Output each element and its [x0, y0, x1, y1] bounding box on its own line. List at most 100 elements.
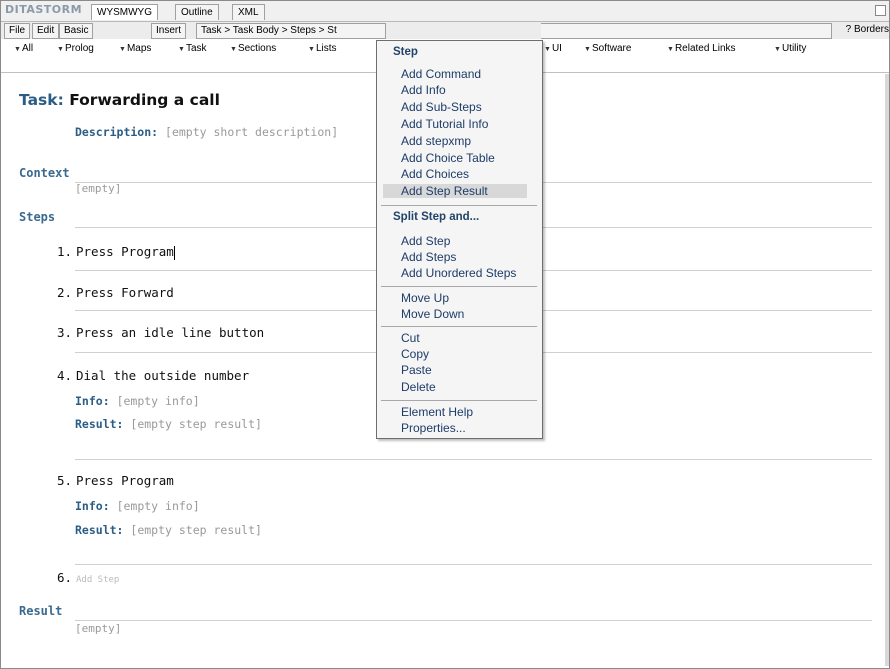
dropdown-sections[interactable]: ▼Sections	[230, 43, 276, 54]
description-row: Description: [empty short description]	[75, 125, 338, 139]
menu-item-add-step-result[interactable]: Add Step Result	[383, 184, 527, 198]
triangle-down-icon: ▼	[667, 46, 674, 53]
dropdown-all-label: All	[21, 43, 34, 54]
add-step-placeholder[interactable]: Add Step	[76, 575, 119, 585]
dropdown-lists[interactable]: ▼Lists	[308, 43, 337, 54]
dropdown-prolog-label: Prolog	[64, 43, 94, 54]
breadcrumb-field	[541, 23, 832, 39]
result-divider	[75, 620, 872, 621]
triangle-down-icon: ▼	[774, 46, 781, 53]
menu-item-add-substeps[interactable]: Add Sub-Steps	[401, 100, 482, 114]
edit-menu[interactable]: Edit	[32, 23, 60, 39]
description-label: Description:	[75, 125, 159, 139]
dropdown-related-links-label: Related Links	[674, 43, 736, 54]
description-value[interactable]: [empty short description]	[165, 125, 338, 139]
info-row: Info: [empty info]	[75, 394, 200, 408]
steps-label: Steps	[19, 210, 56, 224]
step-text[interactable]: Press Program	[76, 473, 174, 488]
step-text[interactable]: Press an idle line button	[76, 325, 264, 340]
menu-item-add-tutorial-info[interactable]: Add Tutorial Info	[401, 117, 488, 131]
result-row: Result: [empty step result]	[75, 417, 262, 431]
result-value[interactable]: [empty step result]	[130, 417, 262, 431]
dropdown-maps[interactable]: ▼Maps	[119, 43, 151, 54]
file-menu[interactable]: File	[4, 23, 31, 39]
step-text[interactable]: Press Forward	[76, 285, 174, 300]
menu-item-move-up[interactable]: Move Up	[401, 291, 449, 305]
list-item[interactable]: 6. Add Step	[48, 570, 119, 585]
menu-item-element-help[interactable]: Element Help	[401, 405, 473, 419]
menu-item-add-steps[interactable]: Add Steps	[401, 250, 456, 264]
result-value[interactable]: [empty step result]	[130, 523, 262, 537]
result-section-value[interactable]: [empty]	[75, 622, 121, 635]
info-value[interactable]: [empty info]	[117, 394, 200, 408]
menu-item-paste[interactable]: Paste	[401, 363, 432, 377]
tab-wysmwyg[interactable]: WYSMWYG	[91, 4, 158, 20]
result-label: Result:	[75, 417, 124, 431]
result-section-label: Result	[19, 604, 63, 618]
menu-item-add-stepxmp[interactable]: Add stepxmp	[401, 134, 471, 148]
borders-toggle[interactable]: ? Borders	[846, 24, 889, 35]
context-label: Context	[19, 166, 70, 180]
menu-item-copy[interactable]: Copy	[401, 347, 429, 361]
menu-item-properties[interactable]: Properties...	[401, 421, 466, 435]
app-logo: DITASTORM	[5, 3, 83, 16]
task-label: Task:	[19, 91, 64, 109]
menu-separator	[381, 205, 537, 206]
info-row: Info: [empty info]	[75, 499, 200, 513]
dropdown-task[interactable]: ▼Task	[178, 43, 207, 54]
info-value[interactable]: [empty info]	[117, 499, 200, 513]
triangle-down-icon: ▼	[14, 46, 21, 53]
list-item[interactable]: 1. Press Program	[48, 244, 175, 260]
step-number: 1.	[56, 244, 72, 259]
menu-item-move-down[interactable]: Move Down	[401, 307, 464, 321]
dropdown-prolog[interactable]: ▼Prolog	[57, 43, 94, 54]
step-number: 3.	[56, 325, 72, 340]
step-number: 5.	[56, 473, 72, 488]
menu-item-delete[interactable]: Delete	[401, 380, 436, 394]
text-cursor	[173, 245, 175, 260]
context-value[interactable]: [empty]	[75, 182, 121, 195]
menu-item-add-info[interactable]: Add Info	[401, 83, 446, 97]
list-item[interactable]: 2. Press Forward	[48, 285, 174, 300]
basic-menu[interactable]: Basic	[59, 23, 94, 39]
dropdown-ui-label: UI	[551, 43, 562, 54]
triangle-down-icon: ▼	[544, 46, 551, 53]
vertical-scrollbar[interactable]	[885, 74, 889, 666]
list-item[interactable]: 4. Dial the outside number	[48, 368, 249, 383]
menu-item-cut[interactable]: Cut	[401, 331, 420, 345]
step-number: 4.	[56, 368, 72, 383]
context-menu: Step Add Command Add Info Add Sub-Steps …	[376, 40, 543, 439]
menu-header-step: Step	[393, 46, 418, 58]
window-control-icon[interactable]	[875, 5, 886, 16]
triangle-down-icon: ▼	[584, 46, 591, 53]
list-item[interactable]: 3. Press an idle line button	[48, 325, 264, 340]
breadcrumb[interactable]: Task > Task Body > Steps > St	[196, 23, 386, 39]
triangle-down-icon: ▼	[57, 46, 64, 53]
triangle-down-icon: ▼	[119, 46, 126, 53]
dropdown-utility-label: Utility	[781, 43, 807, 54]
insert-menu[interactable]: Insert	[151, 23, 187, 39]
menu-item-add-unordered-steps[interactable]: Add Unordered Steps	[401, 266, 516, 280]
step-text[interactable]: Dial the outside number	[76, 368, 249, 383]
triangle-down-icon: ▼	[308, 46, 315, 53]
dropdown-utility[interactable]: ▼Utility	[774, 43, 806, 54]
dropdown-related-links[interactable]: ▼Related Links	[667, 43, 736, 54]
menu-item-add-step[interactable]: Add Step	[401, 234, 450, 248]
menu-item-add-choice-table[interactable]: Add Choice Table	[401, 151, 495, 165]
dropdown-software[interactable]: ▼Software	[584, 43, 631, 54]
menu-item-add-command[interactable]: Add Command	[401, 67, 481, 81]
menu-item-add-choices[interactable]: Add Choices	[401, 167, 469, 181]
top-bar: DITASTORM WYSMWYG Outline XML	[1, 1, 889, 22]
step-text[interactable]: Press Program	[76, 244, 174, 259]
tab-outline[interactable]: Outline	[175, 4, 219, 20]
menu-separator	[381, 286, 537, 287]
dropdown-ui[interactable]: ▼UI	[544, 43, 562, 54]
dropdown-all[interactable]: ▼All	[14, 43, 33, 54]
tab-xml[interactable]: XML	[232, 4, 265, 20]
step-number: 2.	[56, 285, 72, 300]
result-label: Result:	[75, 523, 124, 537]
result-row: Result: [empty step result]	[75, 523, 262, 537]
menu-header-split: Split Step and...	[393, 211, 480, 223]
task-title-text[interactable]: Forwarding a call	[69, 91, 220, 109]
list-item[interactable]: 5. Press Program	[48, 473, 174, 488]
